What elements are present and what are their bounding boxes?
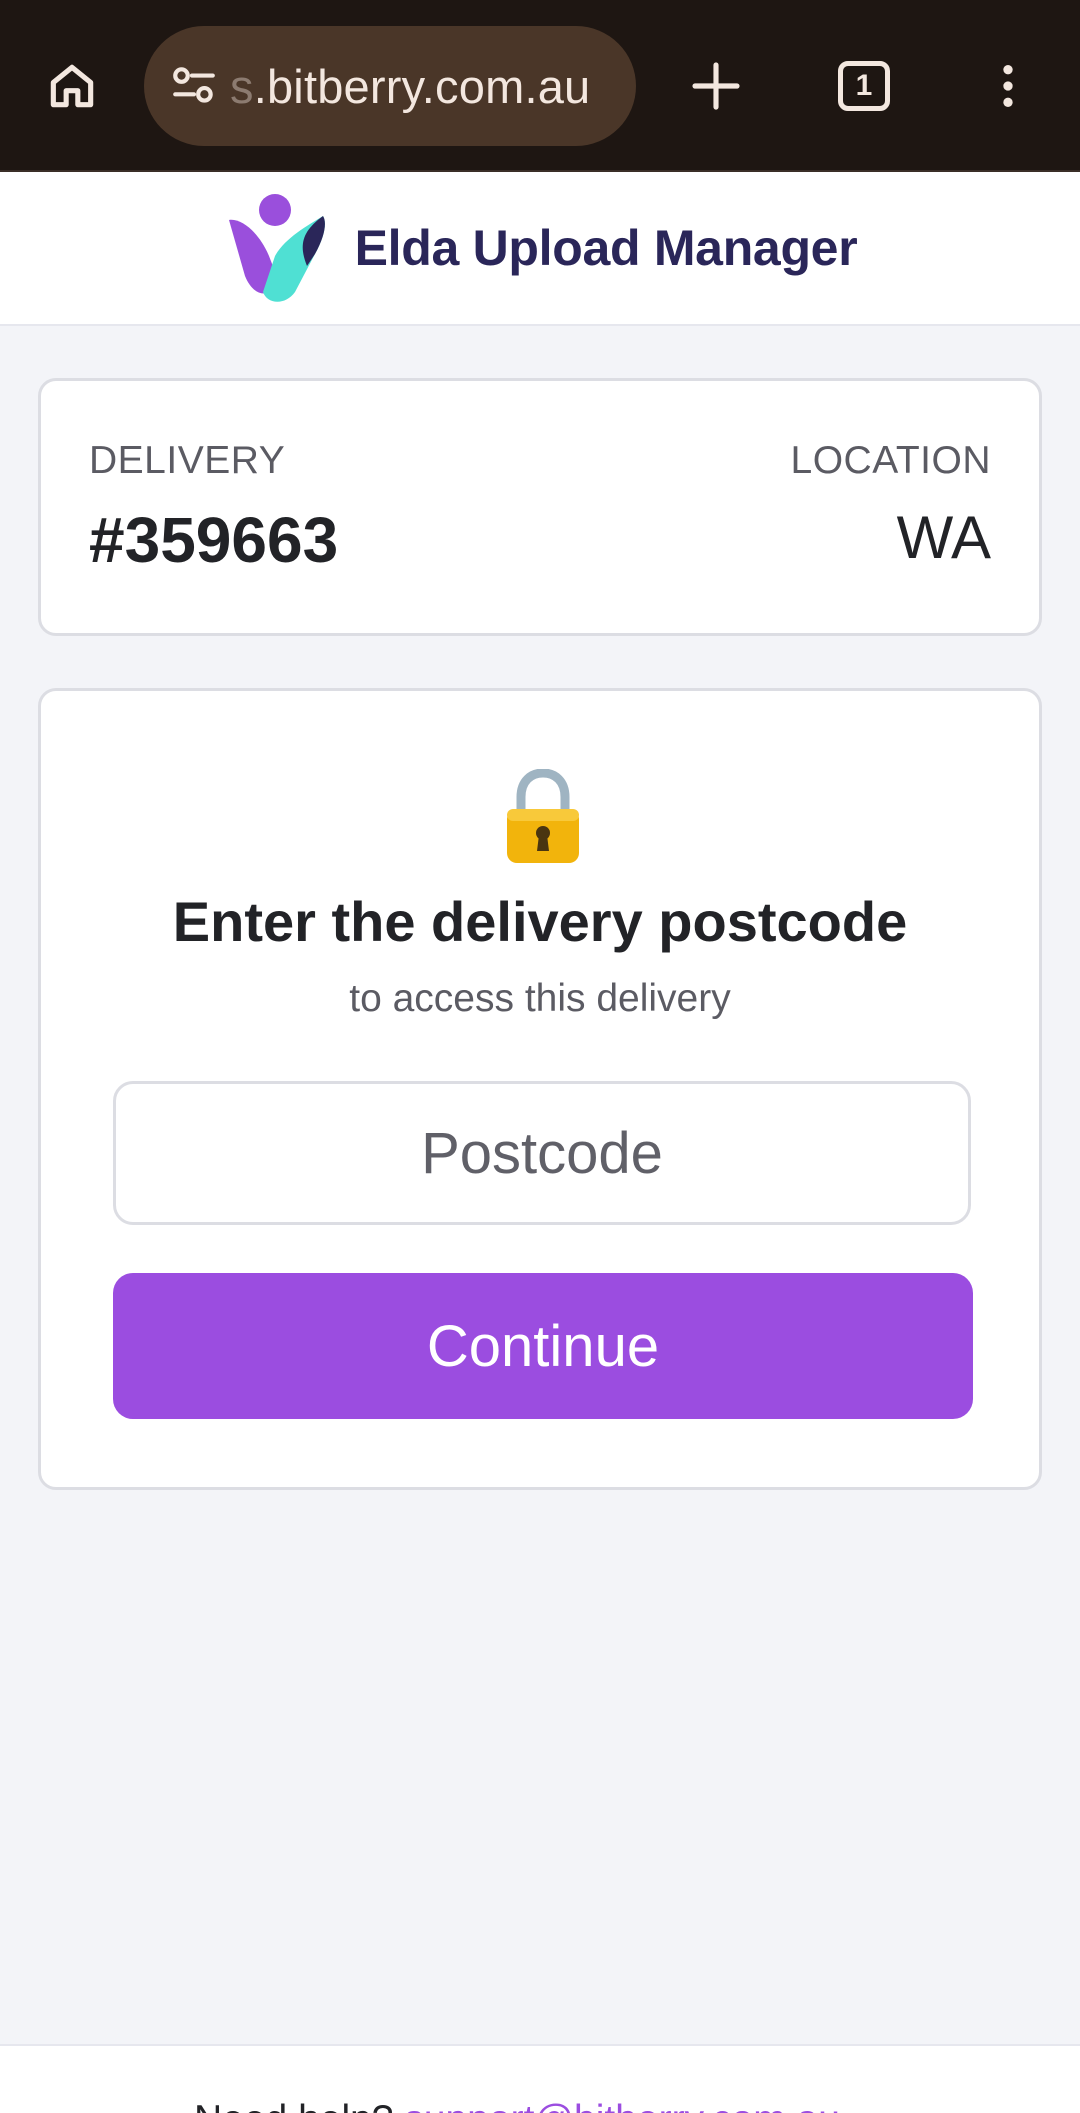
more-vert-icon [1003, 65, 1013, 107]
footer-help-text: Need help? [194, 2098, 404, 2113]
home-icon [50, 64, 94, 108]
delivery-info-card: DELIVERY #359663 LOCATION WA [38, 378, 1042, 636]
continue-button[interactable]: Continue [113, 1273, 973, 1419]
tab-switcher-button[interactable]: 1 [828, 50, 900, 122]
postcode-access-card: Enter the delivery postcode to access th… [38, 688, 1042, 1490]
plus-icon [692, 62, 740, 110]
browser-menu-button[interactable] [972, 50, 1044, 122]
url-faded-part: s [230, 59, 254, 113]
lock-icon [507, 769, 579, 863]
delivery-number: #359663 [89, 504, 339, 576]
address-bar[interactable]: s.bitberry.com.au [144, 26, 636, 146]
home-button[interactable] [36, 50, 108, 122]
url-text: s.bitberry.com.au [230, 59, 590, 114]
access-title: Enter the delivery postcode [172, 890, 908, 953]
postcode-input[interactable] [113, 1081, 971, 1225]
app-title: Elda Upload Manager [354, 220, 858, 276]
support-email-link[interactable]: support@bitberry.com.au [404, 2098, 840, 2113]
tab-count: 1 [855, 69, 873, 102]
tabs-icon: 1 [838, 61, 890, 111]
app-logo [228, 194, 325, 302]
delivery-label: DELIVERY [89, 439, 286, 482]
site-settings-icon[interactable] [166, 58, 222, 114]
location-label: LOCATION [790, 439, 991, 482]
footer: Need help? support@bitberry.com.au [0, 2044, 1080, 2113]
access-subtitle: to access this delivery [349, 977, 731, 1020]
footer-text: Need help? support@bitberry.com.au [194, 2098, 840, 2113]
new-tab-button[interactable] [680, 50, 752, 122]
location-value: WA [896, 504, 991, 571]
browser-toolbar: s.bitberry.com.au 1 [0, 0, 1080, 172]
app-header: Elda Upload Manager [0, 172, 1080, 326]
url-domain: .bitberry.com.au [253, 59, 591, 113]
